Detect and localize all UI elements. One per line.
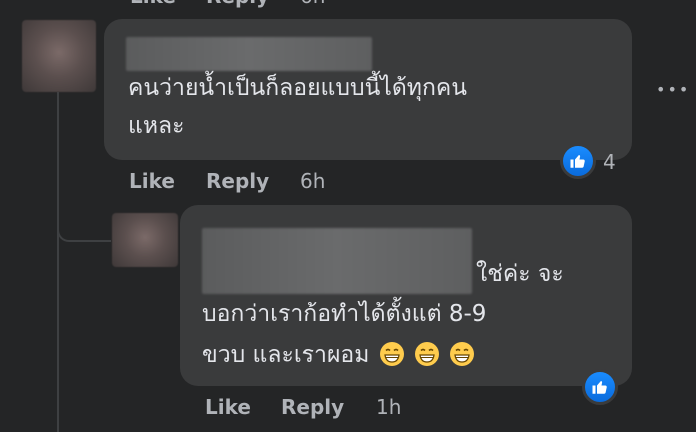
avatar[interactable] [112,213,178,267]
reply-text: ขวบ และเราผอม [202,342,370,368]
commenter-name[interactable] [126,37,372,71]
like-reaction-icon[interactable] [560,143,596,179]
comment-bubble: คนว่ายน้ำเป็นก็ลอยแบบนี้ได้ทุกคน แหละ [104,19,632,160]
like-link[interactable]: Like [130,0,176,8]
timestamp[interactable]: 6h [300,0,325,8]
top-actions-row: Like Reply 6h [130,0,390,8]
thread-branch [57,210,111,242]
reply-link[interactable]: Reply [281,395,344,419]
grinning-emoji-icon [379,342,404,366]
reaction-count[interactable]: 4 [603,150,616,174]
reply-text-line-3: ขวบ และเราผอม [202,336,475,374]
reply-link[interactable]: Reply [206,169,269,193]
timestamp[interactable]: 1h [376,395,401,419]
reply-text-line: ใช่ค่ะ จะ [476,261,564,287]
comment-actions: Like Reply 6h [129,169,389,195]
grinning-emoji-icon [450,342,475,366]
like-link[interactable]: Like [129,169,175,193]
more-options-icon[interactable]: ••• [656,80,690,99]
comment-text-line: คนว่ายน้ำเป็นก็ลอยแบบนี้ได้ทุกคน [128,75,467,101]
comment-text-line: แหละ [128,113,185,139]
reply-link[interactable]: Reply [206,0,269,8]
reply-actions: Like Reply 1h [205,395,465,421]
reply-bubble: ใช่ค่ะ จะ บอกว่าเราก้อทำได้ตั้งแต่ 8-9 ข… [180,205,632,386]
avatar[interactable] [22,20,96,92]
comment-text: คนว่ายน้ำเป็นก็ลอยแบบนี้ได้ทุกคน แหละ [128,69,618,145]
like-reaction-icon[interactable] [582,369,618,405]
thread-line [57,92,59,432]
timestamp[interactable]: 6h [300,169,325,193]
reply-text-line: บอกว่าเราก้อทำได้ตั้งแต่ 8-9 [202,301,487,327]
grinning-emoji-icon [415,342,440,366]
like-link[interactable]: Like [205,395,251,419]
commenter-name[interactable] [202,228,472,294]
